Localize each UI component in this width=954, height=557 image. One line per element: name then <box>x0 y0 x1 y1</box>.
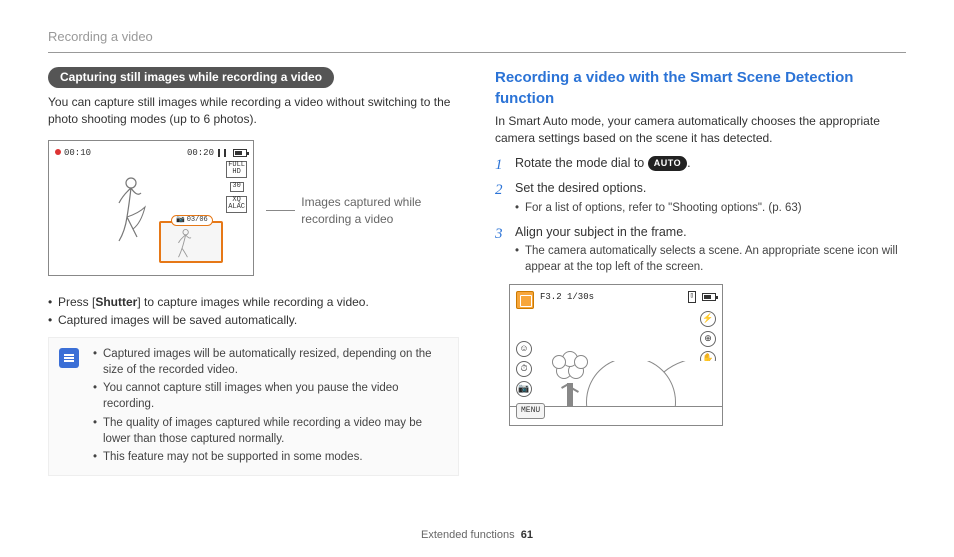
steps-list: Rotate the mode dial to AUTO. Set the de… <box>495 155 906 276</box>
zoom-icon: ⊕ <box>700 331 716 347</box>
pause-icon <box>218 149 226 157</box>
face-icon: ☺ <box>516 341 532 357</box>
flash-icon: ⚡ <box>700 311 716 327</box>
menu-button[interactable]: MENU <box>516 403 545 418</box>
intro-text: You can capture still images while recor… <box>48 94 459 128</box>
elapsed-time: 00:10 <box>64 148 91 158</box>
quality-icon: XQ ALAC <box>226 196 247 213</box>
callout-line <box>266 210 295 211</box>
battery-icon <box>233 149 247 157</box>
note-item: You cannot capture still images when you… <box>93 380 450 412</box>
note-item: The quality of images captured while rec… <box>93 415 450 447</box>
section-heading: Recording a video with the Smart Scene D… <box>495 67 906 109</box>
sd-icon: ▯ <box>688 291 696 303</box>
breadcrumb: Recording a video <box>48 28 906 46</box>
left-column: Capturing still images while recording a… <box>48 67 459 476</box>
note-item: This feature may not be supported in som… <box>93 449 450 465</box>
scene-icon <box>516 291 534 309</box>
skater-figure-icon <box>111 175 155 251</box>
step-2: Set the desired options. For a list of o… <box>495 180 906 216</box>
step-3: Align your subject in the frame. The cam… <box>495 224 906 276</box>
bullet-shutter: Press [Shutter] to capture images while … <box>48 294 459 311</box>
callout-label: Images captured while recording a video <box>301 194 459 228</box>
landscape-hills <box>586 361 722 407</box>
timer-icon: ⏱ <box>516 361 532 377</box>
fps-icon: 30 <box>230 182 244 192</box>
right-column: Recording a video with the Smart Scene D… <box>495 67 906 476</box>
lcd-preview-smartscene: F3.2 1/30s ▯ ⚡ ⊕ ✋ ☺ ⏱ 📷 <box>509 284 723 426</box>
record-dot-icon <box>55 149 61 155</box>
bullet-saved: Captured images will be saved automatica… <box>48 312 459 329</box>
note-box: Captured images will be automatically re… <box>48 337 459 476</box>
resolution-icon: FULL HD <box>226 161 247 178</box>
step-1: Rotate the mode dial to AUTO. <box>495 155 906 173</box>
section-intro: In Smart Auto mode, your camera automati… <box>495 113 906 147</box>
step-3-sub: The camera automatically selects a scene… <box>515 243 906 275</box>
note-item: Captured images will be automatically re… <box>93 346 450 378</box>
exposure-readout: F3.2 1/30s <box>540 291 594 304</box>
camera-mode-icon: 📷 <box>516 381 532 397</box>
battery-icon <box>702 293 716 301</box>
tree-icon <box>552 343 588 407</box>
captured-thumbnail: 📷 03/06 <box>159 221 223 263</box>
auto-mode-badge: AUTO <box>648 156 687 171</box>
step-2-sub: For a list of options, refer to "Shootin… <box>515 200 906 216</box>
instruction-bullets: Press [Shutter] to capture images while … <box>48 294 459 330</box>
pill-heading: Capturing still images while recording a… <box>48 67 334 88</box>
rule <box>48 52 906 53</box>
note-icon <box>59 348 79 368</box>
remaining-time: 00:20 <box>187 147 214 160</box>
page-footer: Extended functions 61 <box>0 528 954 543</box>
lcd-preview-recording: 00:10 00:20 FULL HD 30 XQ ALAC <box>48 140 254 276</box>
